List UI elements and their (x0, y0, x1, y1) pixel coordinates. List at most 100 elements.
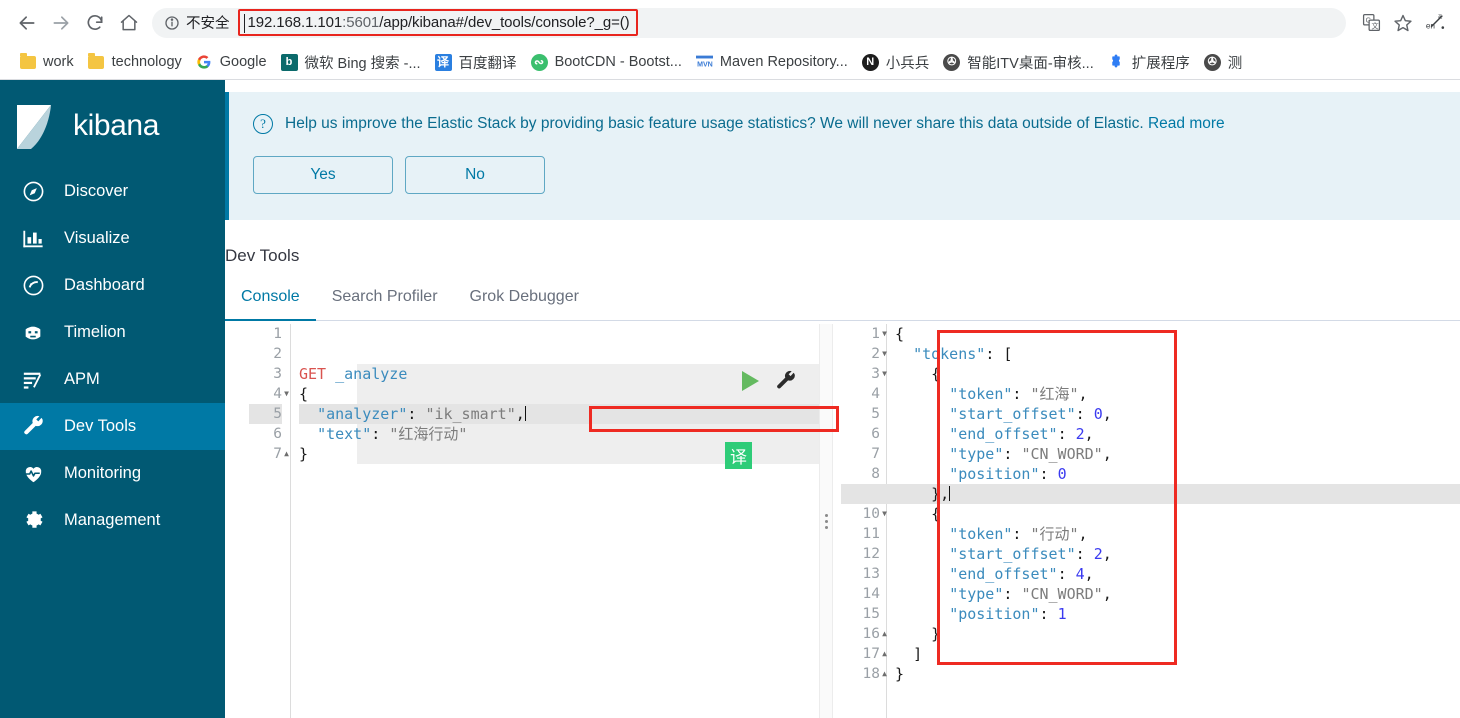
folder-icon (19, 52, 36, 71)
bookmark-overflow[interactable]: ✇ 测 (1197, 49, 1250, 75)
bookmark-google[interactable]: Google (189, 49, 274, 75)
sidebar-item-apm[interactable]: APM (0, 356, 225, 403)
fold-toggle-icon[interactable]: ▼ (879, 324, 887, 344)
line-number: 13 (862, 566, 880, 582)
bookmark-bing[interactable]: b 微软 Bing 搜索 -... (274, 49, 428, 75)
bookmark-maven[interactable]: MVN Maven Repository... (689, 49, 855, 75)
bookmark-label: 测 (1227, 55, 1243, 72)
sidebar-item-monitoring[interactable]: Monitoring (0, 450, 225, 497)
sidebar-item-timelion[interactable]: Timelion (0, 309, 225, 356)
fold-toggle-icon[interactable]: ▼ (281, 384, 289, 404)
line-number: 7 (871, 446, 880, 462)
wrench-icon (20, 414, 46, 440)
sidebar-item-discover[interactable]: Discover (0, 168, 225, 215)
bookmark-technology[interactable]: technology (81, 49, 189, 75)
line-number: 18 ▲ (862, 666, 887, 682)
address-bar[interactable]: 不安全 192.168.1.101:5601/app/kibana#/dev_t… (152, 7, 1346, 38)
line-number: 2 (273, 346, 282, 362)
bookmark-label: 扩展程序 (1131, 55, 1190, 72)
pane-splitter[interactable] (819, 324, 833, 718)
url-input[interactable]: 192.168.1.101:5601/app/kibana#/dev_tools… (237, 9, 638, 36)
line-number: 3 (273, 366, 282, 382)
line-number: 12 (862, 546, 880, 562)
fold-toggle-icon[interactable]: ▲ (879, 624, 887, 644)
text-cursor (949, 486, 951, 501)
gear-icon (20, 508, 46, 534)
request-editor[interactable]: 1 2 3 4 ▼ 5 6 7 ▲ GET _analyze { "analyz… (225, 324, 839, 718)
arrow-left-icon (19, 15, 35, 30)
http-method: GET (299, 365, 327, 383)
fold-toggle-icon[interactable]: ▼ (879, 504, 887, 524)
bookmark-label: Maven Repository... (719, 54, 848, 70)
bookmark-bootcdn[interactable]: ∾ BootCDN - Bootst... (524, 49, 689, 75)
play-icon[interactable] (742, 371, 759, 391)
language-en-icon[interactable]: en 英 (1420, 8, 1450, 38)
line-number: 10 ▼ (862, 506, 887, 522)
code-line-end-offset: "end_offset": 2, (949, 425, 1094, 443)
sidebar-item-visualize[interactable]: Visualize (0, 215, 225, 262)
fold-toggle-icon[interactable]: ▼ (879, 364, 887, 384)
bookmark-label: 微软 Bing 搜索 -... (304, 55, 421, 72)
telemetry-no-button[interactable]: No (405, 156, 545, 194)
bookmark-work[interactable]: work (12, 49, 81, 75)
code-line-token: "token": "行动", (949, 525, 1088, 543)
translate-badge[interactable]: 译 (725, 442, 752, 469)
tab-grok-debugger[interactable]: Grok Debugger (454, 288, 595, 320)
timelion-icon (20, 320, 46, 346)
wrench-icon[interactable] (775, 370, 797, 392)
bar-chart-icon (20, 226, 46, 252)
sidebar-item-management[interactable]: Management (0, 497, 225, 544)
line-number: 11 (862, 526, 880, 542)
sidebar-item-dev-tools[interactable]: Dev Tools (0, 403, 225, 450)
url-text-cursor (243, 14, 245, 33)
page-title: Dev Tools (225, 246, 300, 265)
response-viewer[interactable]: 1▼ 2▼ 3▼ 4 5 6 7 8 9▲ 10▼ 11 12 13 14 15… (819, 324, 1460, 718)
code-line-type: "type": "CN_WORD", (949, 585, 1112, 603)
fold-toggle-icon[interactable]: ▲ (281, 444, 289, 464)
fold-toggle-icon[interactable]: ▼ (879, 344, 887, 364)
tab-search-profiler[interactable]: Search Profiler (316, 288, 454, 320)
response-code[interactable]: { "tokens": [ { "token": "红海", "start_of… (865, 324, 1460, 718)
telemetry-yes-button[interactable]: Yes (253, 156, 393, 194)
brand[interactable]: kibana (0, 84, 225, 168)
bookmark-baidu-translate[interactable]: 译 百度翻译 (428, 49, 524, 75)
editor-gutter: 1 2 3 4 ▼ 5 6 7 ▲ (249, 324, 291, 718)
line-number: 6 (273, 426, 282, 442)
code-line-position: "position": 0 (949, 465, 1067, 483)
text-cursor (524, 406, 526, 421)
reload-button[interactable] (78, 6, 112, 40)
code-line-token: "token": "红海", (949, 385, 1088, 403)
bookmark-itv[interactable]: ✇ 智能ITV桌面-审核... (936, 49, 1100, 75)
code-line: }, (895, 484, 1460, 504)
code-line-text: "text": "红海行动" (317, 425, 468, 443)
line-number: 6 (871, 426, 880, 442)
bookmark-star-icon[interactable] (1388, 8, 1418, 38)
sidebar-item-label: Monitoring (64, 464, 142, 482)
maven-icon: MVN (695, 54, 713, 71)
line-number: 5 (249, 404, 282, 424)
svg-text:MVN: MVN (697, 60, 713, 68)
back-button[interactable] (10, 6, 44, 40)
forward-button[interactable] (44, 6, 78, 40)
code-line-start-offset: "start_offset": 2, (949, 545, 1112, 563)
code-line: { (299, 385, 309, 403)
fold-toggle-icon[interactable]: ▲ (879, 644, 887, 664)
bookmark-notion[interactable]: N 小兵兵 (855, 49, 937, 75)
home-button[interactable] (112, 6, 146, 40)
read-more-link[interactable]: Read more (1148, 115, 1225, 132)
code-line-start-offset: "start_offset": 0, (949, 405, 1112, 423)
sidebar-item-label: Dev Tools (64, 417, 137, 435)
bookmark-extensions[interactable]: 扩展程序 (1101, 49, 1197, 75)
fold-toggle-icon[interactable]: ▲ (879, 664, 887, 684)
sidebar: kibana Discover Visualize Dashboard Time… (0, 80, 225, 718)
tab-console[interactable]: Console (225, 288, 316, 321)
page-body: kibana Discover Visualize Dashboard Time… (0, 80, 1460, 718)
translate-icon[interactable]: G 文 (1356, 8, 1386, 38)
code-line: } (895, 665, 905, 683)
bookmark-label: BootCDN - Bootst... (554, 54, 682, 70)
dev-tools-tabs: Console Search Profiler Grok Debugger (225, 288, 1460, 321)
code-line-end-offset: "end_offset": 4, (949, 565, 1094, 583)
sidebar-item-dashboard[interactable]: Dashboard (0, 262, 225, 309)
editor-code[interactable]: GET _analyze { "analyzer": "ik_smart", "… (291, 324, 839, 718)
info-circle-icon[interactable] (164, 15, 180, 31)
